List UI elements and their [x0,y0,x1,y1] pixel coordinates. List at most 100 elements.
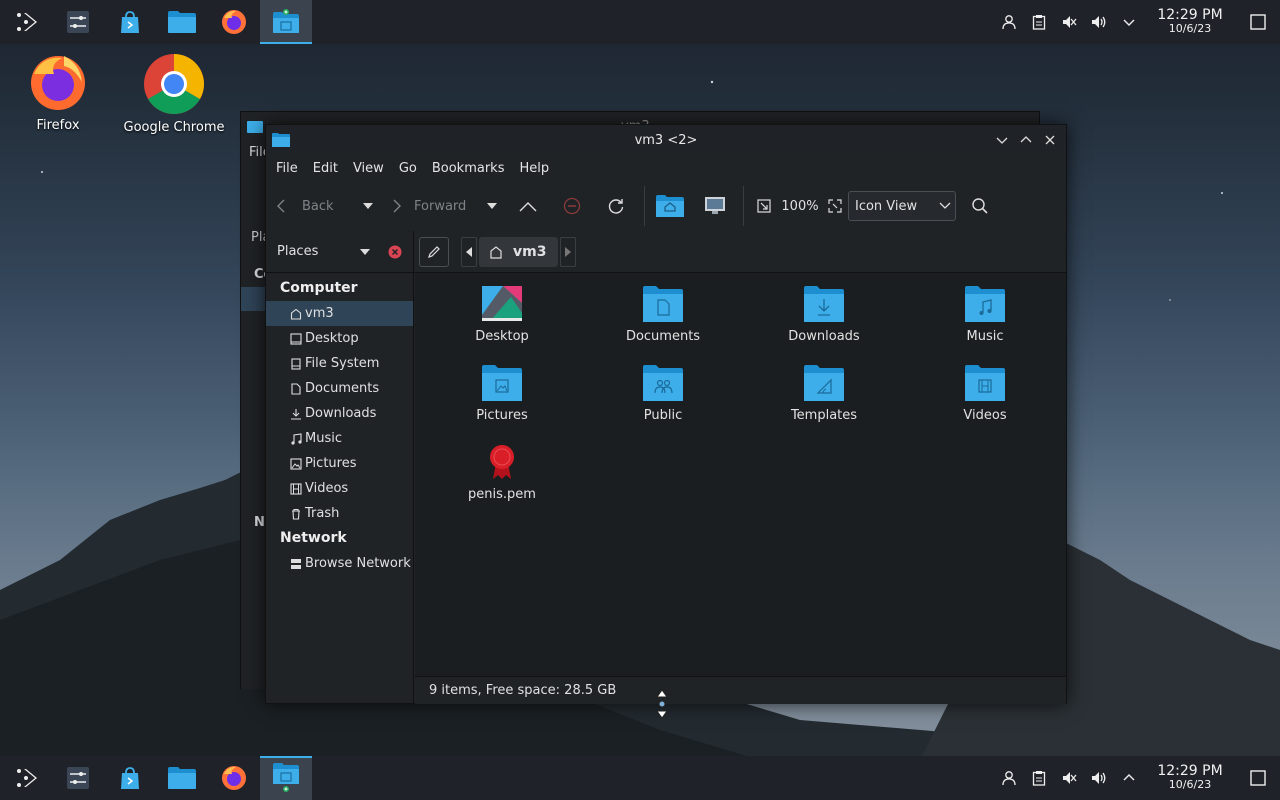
clock-time: 12:29 PM [1157,7,1223,23]
mic-muted-icon[interactable] [1054,756,1084,800]
search-button[interactable] [956,188,1004,224]
breadcrumb-scroll-right[interactable] [560,236,577,267]
zoom-out-icon [757,199,771,213]
dolphin-icon[interactable] [260,0,312,44]
file-item-videos[interactable]: Videos [920,364,1050,423]
chevron-down-icon[interactable] [1114,0,1144,44]
zoom-in-button[interactable] [822,188,848,224]
breadcrumb-scroll-left[interactable] [461,236,477,267]
top-panel: 12:29 PM 10/6/23 [0,0,1280,44]
menu-view[interactable]: View [347,161,390,176]
music-folder-icon [965,286,1005,322]
discover-store-icon[interactable] [104,756,156,800]
sidebar-item-desktop[interactable]: Desktop [266,326,413,351]
zoom-out-button[interactable] [750,188,778,224]
file-item-pem[interactable]: penis.pem [437,443,567,502]
file-item-public[interactable]: Public [598,364,728,423]
show-desktop-icon[interactable] [1236,756,1280,800]
clock[interactable]: 12:29 PM 10/6/23 [1150,7,1230,35]
zoom-level[interactable]: 100% [778,188,822,224]
desktop-icon-chrome[interactable]: Google Chrome [120,52,228,135]
clipboard-icon[interactable] [1024,756,1054,800]
sidebar-item-file-system[interactable]: File System [266,351,413,376]
places-header: Places [266,230,414,273]
sidebar-item-label: vm3 [305,306,334,321]
status-bar: 9 items, Free space: 28.5 GB [415,676,1066,704]
view-mode-select[interactable]: Icon View [848,191,956,221]
home-button[interactable] [651,188,689,224]
close-icon[interactable] [1038,125,1062,155]
clock[interactable]: 12:29 PM 10/6/23 [1150,764,1230,791]
folder-icon[interactable] [156,0,208,44]
edit-location-button[interactable] [419,236,449,267]
discover-store-icon[interactable] [104,0,156,44]
arrow-up-icon [519,202,537,212]
sidebar-item-pictures[interactable]: Pictures [266,451,413,476]
dolphin-icon[interactable] [260,756,312,800]
settings-sliders-icon[interactable] [52,756,104,800]
close-panel-icon[interactable] [388,245,402,259]
menu-go[interactable]: Go [393,161,423,176]
back-button[interactable]: Back [274,188,354,224]
sidebar-item-vm3[interactable]: vm3 [266,301,413,326]
desktop-icon-firefox[interactable]: Firefox [22,52,94,133]
up-button[interactable] [506,188,550,224]
settings-sliders-icon[interactable] [52,0,104,44]
reload-button[interactable] [594,188,638,224]
desktop-icon-label: Google Chrome [123,120,225,135]
breadcrumb-home[interactable]: vm3 [479,236,559,267]
show-desktop-icon[interactable] [1236,0,1280,44]
folder-icon [247,121,263,133]
menu-edit[interactable]: Edit [307,161,344,176]
maximize-icon[interactable] [1014,125,1038,155]
sidebar-item-downloads[interactable]: Downloads [266,401,413,426]
user-icon[interactable] [994,0,1024,44]
places-label: Places [277,244,319,259]
file-item-templates[interactable]: Templates [759,364,889,423]
menu-bookmarks[interactable]: Bookmarks [426,161,511,176]
caret-right-icon [565,246,572,257]
mic-muted-icon[interactable] [1054,0,1084,44]
minimize-icon[interactable] [990,125,1014,155]
window-title: vm3 <2> [634,132,698,148]
caret-down-icon[interactable] [360,248,370,255]
menu-file[interactable]: File [270,161,304,176]
file-item-downloads[interactable]: Downloads [759,285,889,344]
folder-icon[interactable] [156,756,208,800]
user-icon[interactable] [994,756,1024,800]
volume-icon[interactable] [1084,756,1114,800]
computer-button[interactable] [693,188,737,224]
sidebar-item-trash[interactable]: Trash [266,501,413,526]
forward-button[interactable]: Forward [388,188,478,224]
file-manager-window[interactable]: vm3 <2> File Edit View Go Bookmarks Help… [265,124,1067,704]
music-icon [288,432,304,445]
desktop-icon-label: Firefox [36,118,80,133]
section-network: Network [280,530,347,546]
back-history-dropdown[interactable] [354,188,382,224]
window-titlebar[interactable]: vm3 <2> [266,125,1066,155]
app-launcher-icon[interactable] [0,0,52,44]
home-icon [490,245,502,259]
stop-button[interactable] [550,188,594,224]
menu-help[interactable]: Help [513,161,555,176]
file-view[interactable]: Desktop Documents Downloads Music Pictur… [415,273,1066,676]
clipboard-icon[interactable] [1024,0,1054,44]
breadcrumb-label: vm3 [513,243,547,260]
firefox-icon[interactable] [208,0,260,44]
back-sidebar: Co N [241,259,272,689]
forward-history-dropdown[interactable] [478,188,506,224]
sidebar-item-label: Pictures [305,456,357,471]
volume-icon[interactable] [1084,0,1114,44]
chevron-up-icon[interactable] [1114,756,1144,800]
file-label: Templates [790,408,858,423]
file-item-documents[interactable]: Documents [598,285,728,344]
sidebar-item-music[interactable]: Music [266,426,413,451]
sidebar-item-documents[interactable]: Documents [266,376,413,401]
file-item-music[interactable]: Music [920,285,1050,344]
firefox-icon[interactable] [208,756,260,800]
file-item-pictures[interactable]: Pictures [437,364,567,423]
sidebar-item-browse-network[interactable]: Browse Network [266,551,413,576]
sidebar-item-videos[interactable]: Videos [266,476,413,501]
app-launcher-icon[interactable] [0,756,52,800]
file-item-desktop[interactable]: Desktop [437,285,567,344]
